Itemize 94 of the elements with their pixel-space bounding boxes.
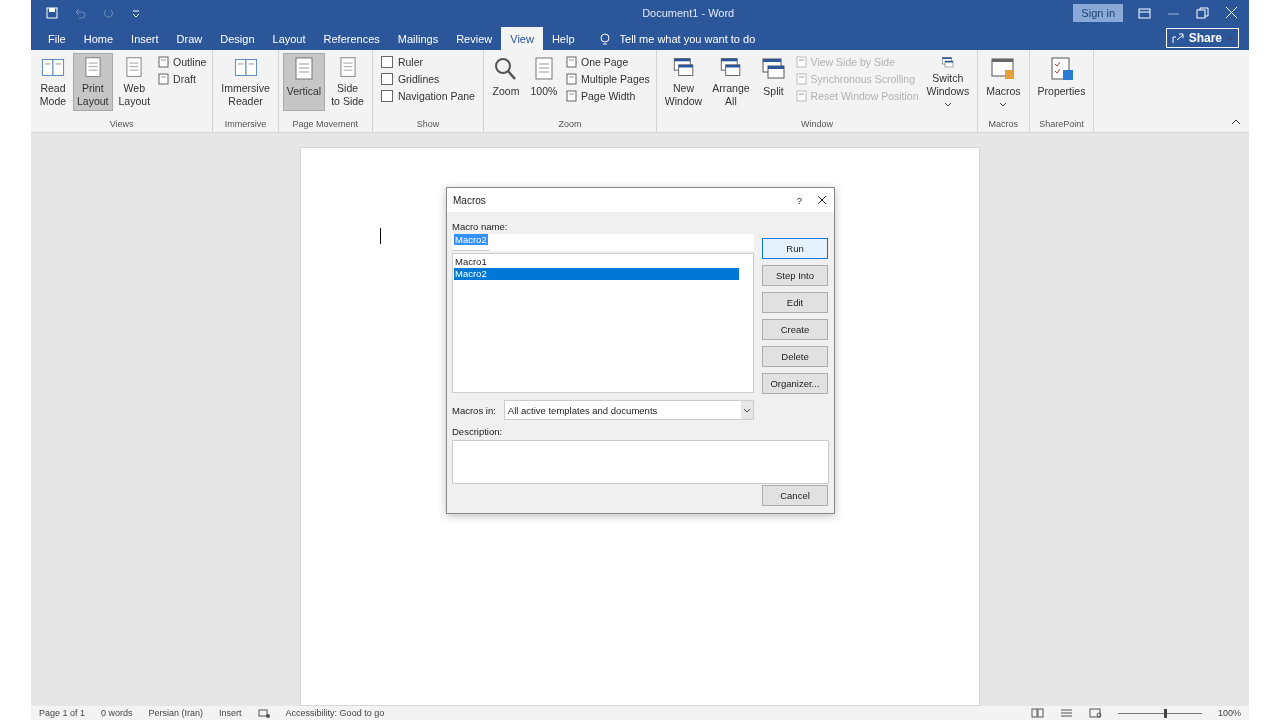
group-label: Macros <box>987 119 1020 131</box>
page-icon <box>795 73 807 85</box>
ribbon-button[interactable]: Web Layout <box>114 53 155 111</box>
zoom-slider-thumb[interactable] <box>1164 708 1168 718</box>
group-label: Page Movement <box>291 119 360 131</box>
ribbon-button[interactable]: Read Mode <box>35 53 71 111</box>
ribbon-button[interactable]: Page Width <box>563 88 652 104</box>
windows-icon <box>759 56 788 82</box>
checkbox[interactable] <box>380 56 393 68</box>
ribbon-button[interactable]: Switch Windows <box>922 53 974 111</box>
ribbon-tab[interactable]: References <box>314 27 389 50</box>
window-title: Document1 - Word <box>641 6 736 19</box>
ribbon-tab[interactable]: Home <box>74 27 123 50</box>
status-text: Page 1 of 1 <box>39 708 86 718</box>
zoom-level[interactable]: 100% <box>1217 708 1241 718</box>
status-text: Insert <box>219 708 242 718</box>
ribbon-display-icon[interactable] <box>1137 5 1152 20</box>
ribbon-button[interactable]: Print Layout <box>73 53 113 111</box>
group-label: Show <box>415 119 441 131</box>
ribbon-button[interactable]: Macros <box>982 53 1025 111</box>
checkbox[interactable] <box>380 90 393 102</box>
read-mode-icon[interactable] <box>1030 708 1044 718</box>
ribbon-button[interactable]: Arrange All <box>708 53 754 111</box>
caret-icon <box>1226 34 1234 42</box>
field-label: Macros in: <box>452 403 496 418</box>
group-label: Zoom <box>557 119 583 131</box>
sign-in-button[interactable]: Sign in <box>1073 3 1123 22</box>
tell-me-field[interactable]: Tell me what you want to do <box>617 31 792 46</box>
ribbon-tab[interactable]: Design <box>211 27 264 50</box>
dialog-button[interactable]: Create <box>762 319 828 340</box>
status-text: 0 words <box>101 708 133 718</box>
macro-list-item[interactable]: Macro1 <box>454 256 739 268</box>
dialog-button[interactable]: Organizer... <box>762 373 828 394</box>
ribbon-tab[interactable]: Help <box>542 27 584 50</box>
ribbon-button[interactable]: Zoom <box>487 53 524 111</box>
ribbon-button[interactable]: Immersive Reader <box>217 53 274 111</box>
page-icon <box>565 90 577 102</box>
macro-record-icon <box>257 708 270 718</box>
ribbon-tab[interactable]: View <box>501 27 543 50</box>
page-icon <box>565 56 577 68</box>
text-cursor <box>380 228 381 244</box>
ribbon-button[interactable]: Split <box>755 53 792 111</box>
lightbulb-icon <box>597 31 612 46</box>
page-icon <box>158 56 170 68</box>
restore-icon[interactable] <box>1195 5 1210 20</box>
macros-in-dropdown[interactable]: All active templates and documents <box>503 400 754 420</box>
status-text: Persian (Iran) <box>148 708 204 718</box>
book-icon <box>39 56 67 79</box>
ribbon-button[interactable]: 100% <box>525 53 562 111</box>
page-icon <box>795 90 807 102</box>
page-icon <box>565 73 577 85</box>
macro-list-item[interactable]: Macro2 <box>454 268 739 280</box>
page-icon <box>795 56 807 68</box>
help-button[interactable]: ? <box>796 192 802 208</box>
dialog-button[interactable]: Step Into <box>762 265 828 286</box>
chevron-down-icon <box>743 406 751 414</box>
share-icon <box>1170 31 1185 45</box>
ribbon-button[interactable]: Draft <box>156 71 209 87</box>
field-label: Description: <box>452 425 504 439</box>
ribbon-button[interactable]: Properties <box>1033 53 1090 111</box>
close-icon[interactable] <box>816 194 828 206</box>
dialog-button[interactable]: Delete <box>762 346 828 367</box>
ribbon-button[interactable]: New Window <box>660 53 707 111</box>
collapse-icon[interactable] <box>1231 118 1241 126</box>
ribbon-button[interactable]: Multiple Pages <box>563 71 652 87</box>
description-field[interactable] <box>452 440 829 484</box>
accessibility-status[interactable]: Accessibility: Good to go <box>285 708 385 718</box>
checkbox[interactable] <box>380 73 393 85</box>
group-label: Immersive <box>223 119 268 131</box>
dialog-button[interactable]: Edit <box>762 292 828 313</box>
ribbon-tab[interactable]: Draw <box>167 27 212 50</box>
ribbon-tab[interactable]: Review <box>447 27 502 50</box>
ribbon-button[interactable]: Side to Side <box>327 53 368 111</box>
group-label: Views <box>108 119 135 131</box>
dialog-button[interactable]: Run <box>762 238 828 259</box>
ribbon-tab[interactable]: Insert <box>122 27 168 50</box>
ribbon-tab[interactable]: File <box>39 27 75 50</box>
ribbon-checkbox[interactable]: Gridlines <box>376 71 479 87</box>
ribbon-tab[interactable]: Mailings <box>388 27 448 50</box>
page-icon <box>158 73 170 85</box>
cancel-button[interactable]: Cancel <box>762 485 828 506</box>
share-button[interactable]: Share <box>1165 28 1239 48</box>
ribbon-button[interactable]: One Page <box>563 54 652 70</box>
ribbon-checkbox[interactable]: Navigation Pane <box>376 88 479 104</box>
group-label: SharePoint <box>1038 119 1085 131</box>
save-icon[interactable] <box>45 5 59 20</box>
group-label: Window <box>800 119 834 131</box>
ribbon-tab[interactable]: Layout <box>263 27 315 50</box>
web-layout-icon[interactable] <box>1088 708 1102 718</box>
ribbon-button[interactable]: Vertical <box>282 53 326 111</box>
field-label: Macro name: <box>452 220 509 234</box>
ribbon-checkbox[interactable]: Ruler <box>376 54 479 70</box>
dialog-title: Macros <box>453 194 487 206</box>
ribbon-button[interactable]: Outline <box>156 54 209 70</box>
